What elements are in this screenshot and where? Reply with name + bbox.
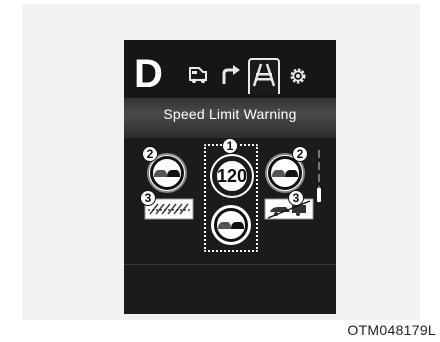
marker-1: 1 xyxy=(222,138,238,154)
screen-title: Speed Limit Warning xyxy=(163,106,297,122)
marker-3-right: 3 xyxy=(288,190,304,206)
figure-code: OTM048179L xyxy=(347,322,436,338)
turn-by-turn-icon[interactable] xyxy=(218,62,242,88)
cluster-display: D Speed Limit Warning 2 3 120 1 2 3 xyxy=(124,40,336,314)
lane-road-icon[interactable] xyxy=(252,62,276,88)
speed-limit-value: 120 xyxy=(217,166,248,186)
speed-limit-sign: 120 xyxy=(212,156,252,196)
marker-2-right: 2 xyxy=(292,146,308,162)
gear-indicator: D xyxy=(134,52,163,96)
settings-gear-icon[interactable] xyxy=(288,66,308,86)
marker-3-left: 3 xyxy=(140,190,156,206)
driving-assist-icon[interactable] xyxy=(186,62,212,88)
marker-2-left: 2 xyxy=(142,146,158,162)
divider-line xyxy=(124,264,336,265)
scrollbar-thumb[interactable] xyxy=(317,188,321,202)
no-passing-sign-center-icon xyxy=(211,205,251,245)
